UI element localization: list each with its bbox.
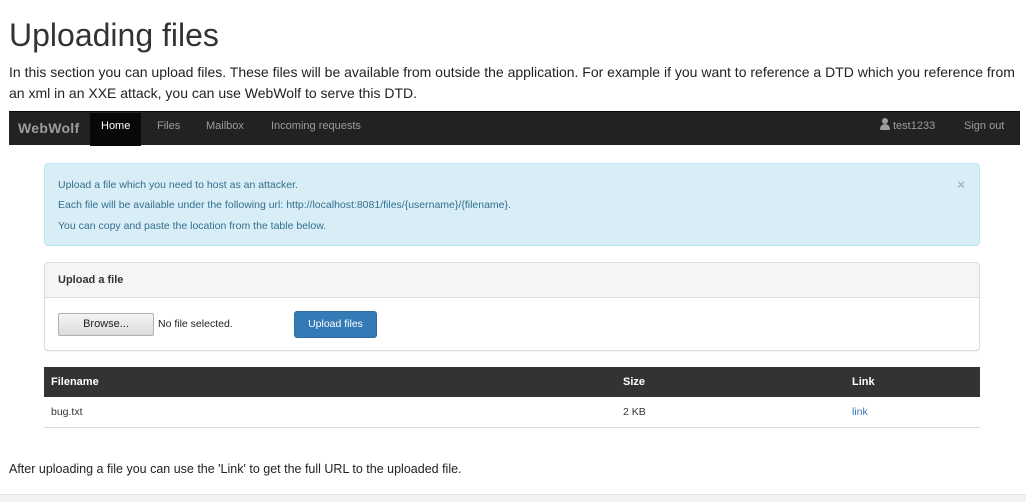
user-icon [880, 118, 890, 130]
page-title: Uploading files [9, 17, 219, 53]
alert-line: Upload a file which you need to host as … [58, 179, 298, 191]
column-header-filename: Filename [51, 376, 99, 388]
top-navbar: WebWolf Home Files Mailbox Incoming requ… [9, 111, 1020, 148]
alert-line: You can copy and paste the location from… [58, 220, 327, 232]
file-name-cell: bug.txt [51, 406, 83, 418]
sign-out-link[interactable]: Sign out [964, 113, 1004, 146]
table-header: Filename Size Link [44, 367, 980, 397]
nav-mailbox[interactable]: Mailbox [206, 113, 244, 146]
column-header-size: Size [623, 376, 646, 388]
nav-files[interactable]: Files [157, 113, 180, 146]
upload-panel-heading: Upload a file [45, 263, 979, 298]
files-table: Filename Size Link bug.txt 2 KB link [44, 367, 980, 428]
close-icon[interactable]: × [957, 178, 965, 192]
footer-note: After uploading a file you can use the '… [9, 462, 462, 476]
upload-files-button[interactable]: Upload files [294, 311, 377, 338]
upload-panel: Upload a file Browse... No file selected… [44, 262, 980, 351]
info-alert: Upload a file which you need to host as … [44, 163, 980, 246]
file-size-cell: 2 KB [623, 406, 646, 418]
alert-line: Each file will be available under the fo… [58, 199, 511, 211]
intro-text: In this section you can upload files. Th… [9, 64, 1015, 101]
nav-home[interactable]: Home [90, 113, 142, 146]
nav-incoming-requests[interactable]: Incoming requests [271, 113, 361, 146]
username-label: test1233 [893, 120, 936, 132]
file-link[interactable]: link [852, 406, 868, 418]
selected-file-label: No file selected. [158, 318, 233, 330]
browse-button[interactable]: Browse... [58, 313, 154, 336]
table-row: bug.txt 2 KB link [44, 397, 980, 428]
brand-logo[interactable]: WebWolf [18, 115, 79, 148]
user-menu[interactable]: test1233 [880, 113, 935, 146]
column-header-link: Link [852, 376, 875, 388]
